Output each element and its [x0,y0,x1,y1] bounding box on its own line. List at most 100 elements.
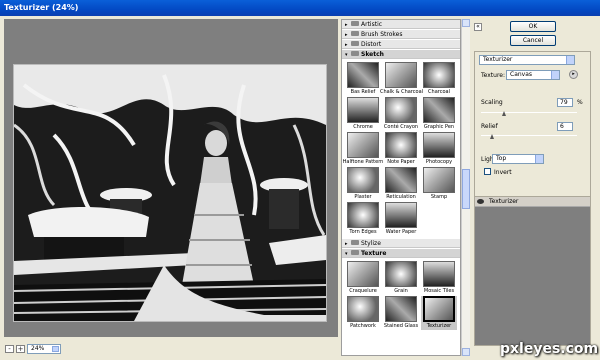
scaling-unit: % [577,99,583,106]
ok-button[interactable]: OK [510,21,556,32]
filter-thumbnail[interactable]: Texturizer [421,296,457,330]
filter-thumbnail[interactable]: Note Paper [383,132,419,166]
filter-preview-image [423,62,455,88]
folder-icon [351,250,359,255]
filter-thumbnail-label: Stamp [430,194,448,200]
light-select-value: Top [496,155,507,162]
light-select[interactable]: Top [492,154,544,164]
filter-thumbnail-label: Stained Glass [383,323,419,329]
window-title: Texturizer (24%) [0,0,600,16]
zoom-out-button[interactable]: - [5,345,14,353]
filter-thumbnail[interactable]: Bas Relief [345,62,381,96]
filter-thumbnail[interactable]: Stamp [421,167,457,201]
chevron-down-icon [52,346,59,352]
chevron-down-icon [535,155,543,163]
eye-icon[interactable] [477,199,484,204]
filter-thumbnail[interactable]: Charcoal [421,62,457,96]
category-label: Texture [361,250,387,257]
site-watermark: pxleyes.com [500,341,599,357]
filter-preview-image [347,296,379,322]
filter-thumbnail-label: Charcoal [428,89,450,95]
filter-thumbnail-label: Reticulation [386,194,416,200]
filter-thumbnail[interactable]: Plaster [345,167,381,201]
relief-input[interactable]: 6 [557,122,573,131]
filter-preview-image [347,202,379,228]
effect-layer-row[interactable]: Texturizer [475,197,590,207]
filter-preview-image [385,132,417,158]
preview-area[interactable] [4,19,338,337]
filter-settings: Texturizer Texture: Canvas ▸ Scaling 79 … [474,51,591,201]
filter-thumbnail-label: Grain [394,288,408,294]
filter-thumbnail[interactable]: Water Paper [383,202,419,236]
effect-layer-label: Texturizer [489,198,519,205]
filter-thumbnail[interactable]: Graphic Pen [421,97,457,131]
chevron-down-icon [551,71,559,79]
filter-preview-image [385,296,417,322]
filter-thumbnail[interactable]: Reticulation [383,167,419,201]
filter-preview-image [347,167,379,193]
category-label: Brush Strokes [361,31,403,38]
texture-select-value: Canvas [510,71,533,78]
chevron-down-icon: ▾ [345,251,348,257]
filter-thumbnail-label: Craquelure [349,288,377,294]
filter-thumbnail[interactable]: Photocopy [421,132,457,166]
filter-select[interactable]: Texturizer [479,55,575,65]
category-artistic[interactable]: ▸ Artistic [342,20,460,29]
folder-icon [351,240,359,245]
filter-thumbnail[interactable]: Chalk & Charcoal [380,62,424,96]
texture-menu-button[interactable]: ▸ [569,70,578,79]
filter-thumbnail-label: Note Paper [387,159,415,165]
relief-label: Relief [481,123,498,130]
filter-thumbnail[interactable]: Halftone Pattern [343,132,383,166]
relief-slider-track[interactable] [481,135,577,136]
filter-thumbnail-label: Chrome [353,124,373,130]
zoom-in-button[interactable]: + [16,345,25,353]
zoom-level-select[interactable]: 24% [27,344,61,354]
category-label: Sketch [361,51,384,58]
filter-thumbnail[interactable]: Stained Glass [383,296,419,330]
filter-thumbnail-label: Plaster [354,194,372,200]
filter-thumbnail[interactable]: Craquelure [345,261,381,295]
category-sketch[interactable]: ▾ Sketch [342,50,460,59]
filter-select-value: Texturizer [483,56,513,63]
filter-preview-image [423,97,455,123]
filter-thumbnail-label: Water Paper [385,229,417,235]
filter-thumbnail[interactable]: Torn Edges [345,202,381,236]
category-label: Artistic [361,21,383,28]
filter-thumbnail[interactable]: Patchwork [345,296,381,330]
folder-icon [351,51,359,56]
gallery-scrollbar[interactable] [461,19,470,356]
filter-thumbnail[interactable]: Mosaic Tiles [421,261,457,295]
invert-checkbox[interactable] [484,168,491,175]
scroll-down-arrow[interactable] [462,348,470,356]
scroll-thumb[interactable] [462,169,470,209]
chevron-right-icon: ▸ [345,22,348,28]
filter-thumbnail-label: Bas Relief [350,89,376,95]
filter-thumbnail[interactable]: Conté Crayon [383,97,419,131]
texture-select[interactable]: Canvas [506,70,560,80]
filter-thumbnail[interactable]: Grain [383,261,419,295]
filter-preview-image [385,97,417,123]
category-texture[interactable]: ▾ Texture [342,249,460,258]
collapse-gallery-button[interactable]: « [474,23,482,31]
folder-icon [351,21,359,26]
category-brush-strokes[interactable]: ▸ Brush Strokes [342,30,460,39]
filter-preview-image [423,261,455,287]
filter-gallery[interactable]: ▸ Artistic ▸ Brush Strokes ▸ Distort ▾ Sketch Ba… [341,19,461,356]
scroll-up-arrow[interactable] [462,19,470,27]
chevron-down-icon: ▾ [345,52,348,58]
filter-thumbnail-label: Texturizer [426,323,452,329]
cancel-button[interactable]: Cancel [510,35,556,46]
filter-preview-image [347,97,379,123]
scaling-slider-track[interactable] [481,112,577,113]
category-stylize[interactable]: ▸ Stylize [342,239,460,248]
filter-thumbnail-label: Conté Crayon [383,124,419,130]
filter-thumbnail-label: Torn Edges [349,229,377,235]
category-distort[interactable]: ▸ Distort [342,40,460,49]
filter-thumbnail-label: Chalk & Charcoal [380,89,424,95]
scaling-input[interactable]: 79 [557,98,573,107]
preview-image[interactable] [13,64,327,322]
filter-thumbnail-label: Photocopy [425,159,453,165]
folder-icon [351,41,359,46]
filter-thumbnail[interactable]: Chrome [345,97,381,131]
